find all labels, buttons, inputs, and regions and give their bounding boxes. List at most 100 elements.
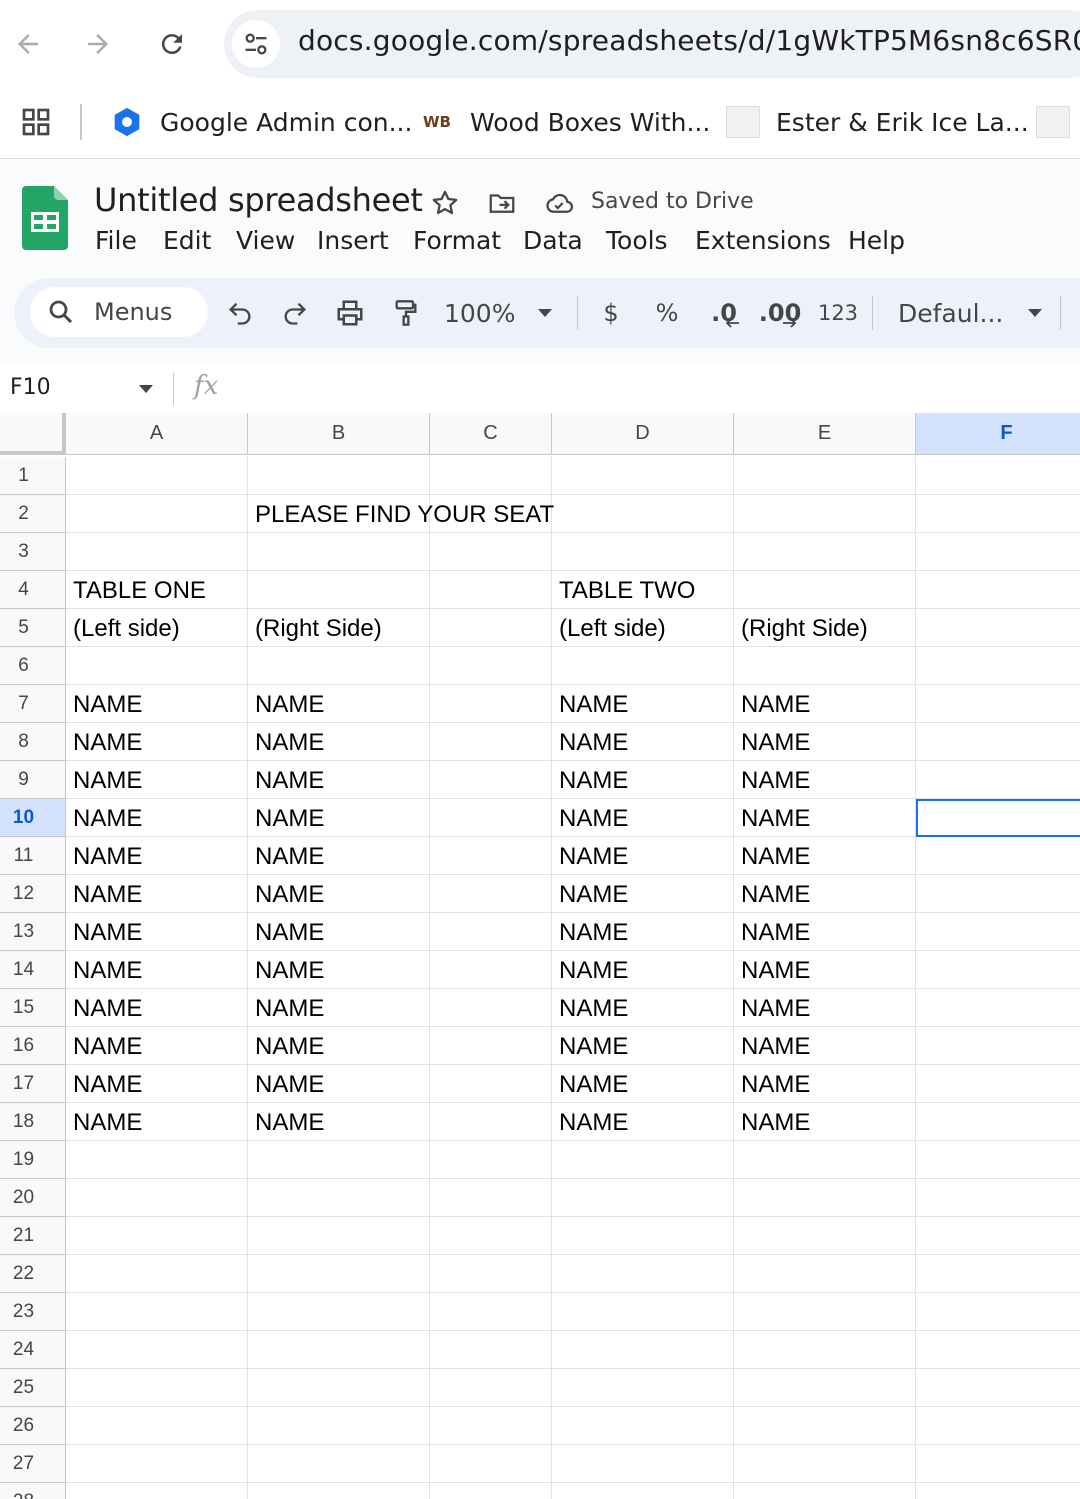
cell-d10[interactable]: NAME (552, 799, 734, 837)
cell-a15[interactable]: NAME (66, 989, 248, 1027)
paint-format-button[interactable] (388, 291, 424, 335)
cell-f15[interactable] (916, 989, 1080, 1027)
cell-a24[interactable] (66, 1331, 248, 1369)
cell-d28[interactable] (552, 1483, 734, 1499)
cell-f16[interactable] (916, 1027, 1080, 1065)
cell-d23[interactable] (552, 1293, 734, 1331)
cell-b19[interactable] (248, 1141, 430, 1179)
cell-d16[interactable]: NAME (552, 1027, 734, 1065)
menu-help[interactable]: Help (848, 226, 905, 255)
row-header-16[interactable]: 16 (0, 1027, 66, 1065)
cell-d4[interactable]: TABLE TWO (552, 571, 734, 609)
cell-f3[interactable] (916, 533, 1080, 571)
cell-e12[interactable]: NAME (734, 875, 916, 913)
cell-f26[interactable] (916, 1407, 1080, 1445)
cell-e8[interactable]: NAME (734, 723, 916, 761)
row-header-25[interactable]: 25 (0, 1369, 66, 1407)
url-text[interactable]: docs.google.com/spreadsheets/d/1gWkTP5M6… (298, 24, 1080, 57)
cell-d22[interactable] (552, 1255, 734, 1293)
cell-b13[interactable]: NAME (248, 913, 430, 951)
row-header-13[interactable]: 13 (0, 913, 66, 951)
cell-c15[interactable] (430, 989, 552, 1027)
cell-c6[interactable] (430, 647, 552, 685)
cell-c4[interactable] (430, 571, 552, 609)
cell-d13[interactable]: NAME (552, 913, 734, 951)
cell-b6[interactable] (248, 647, 430, 685)
bookmark-google-admin[interactable]: Google Admin con... (110, 102, 412, 142)
cell-b4[interactable] (248, 571, 430, 609)
row-header-24[interactable]: 24 (0, 1331, 66, 1369)
cell-c16[interactable] (430, 1027, 552, 1065)
cell-e22[interactable] (734, 1255, 916, 1293)
cell-e2[interactable] (734, 495, 916, 533)
cell-e9[interactable]: NAME (734, 761, 916, 799)
cell-c12[interactable] (430, 875, 552, 913)
bookmark-thumbnail-4[interactable] (1036, 102, 1080, 142)
menu-data[interactable]: Data (523, 226, 583, 255)
cell-f7[interactable] (916, 685, 1080, 723)
bookmark-wood-boxes[interactable]: WB Wood Boxes With... (420, 102, 710, 142)
cell-f20[interactable] (916, 1179, 1080, 1217)
cell-e24[interactable] (734, 1331, 916, 1369)
cell-d1[interactable] (552, 457, 734, 495)
cell-c26[interactable] (430, 1407, 552, 1445)
zoom-select[interactable]: 100% (444, 291, 564, 335)
cell-a26[interactable] (66, 1407, 248, 1445)
cell-e28[interactable] (734, 1483, 916, 1499)
menu-file[interactable]: File (95, 226, 137, 255)
cell-f18[interactable] (916, 1103, 1080, 1141)
cell-d27[interactable] (552, 1445, 734, 1483)
currency-format-button[interactable]: $ (599, 291, 623, 335)
cell-f23[interactable] (916, 1293, 1080, 1331)
row-header-6[interactable]: 6 (0, 647, 66, 685)
cell-e14[interactable]: NAME (734, 951, 916, 989)
star-icon[interactable] (428, 186, 462, 220)
cell-c3[interactable] (430, 533, 552, 571)
cell-d19[interactable] (552, 1141, 734, 1179)
row-header-20[interactable]: 20 (0, 1179, 66, 1217)
cell-d14[interactable]: NAME (552, 951, 734, 989)
cell-e1[interactable] (734, 457, 916, 495)
cell-f14[interactable] (916, 951, 1080, 989)
column-header-b[interactable]: B (248, 413, 430, 455)
reload-button[interactable] (150, 22, 194, 66)
cell-f25[interactable] (916, 1369, 1080, 1407)
row-header-3[interactable]: 3 (0, 533, 66, 571)
cell-d24[interactable] (552, 1331, 734, 1369)
row-header-4[interactable]: 4 (0, 571, 66, 609)
cell-a25[interactable] (66, 1369, 248, 1407)
menu-insert[interactable]: Insert (317, 226, 389, 255)
print-button[interactable] (332, 291, 368, 335)
cell-f9[interactable] (916, 761, 1080, 799)
row-header-14[interactable]: 14 (0, 951, 66, 989)
cell-d7[interactable]: NAME (552, 685, 734, 723)
cell-c17[interactable] (430, 1065, 552, 1103)
cell-b8[interactable]: NAME (248, 723, 430, 761)
cell-a3[interactable] (66, 533, 248, 571)
cell-b3[interactable] (248, 533, 430, 571)
cell-a18[interactable]: NAME (66, 1103, 248, 1141)
cell-e21[interactable] (734, 1217, 916, 1255)
cell-e16[interactable]: NAME (734, 1027, 916, 1065)
cell-d12[interactable]: NAME (552, 875, 734, 913)
search-menus-button[interactable]: Menus (30, 287, 208, 337)
cell-e15[interactable]: NAME (734, 989, 916, 1027)
row-header-5[interactable]: 5 (0, 609, 66, 647)
cell-c20[interactable] (430, 1179, 552, 1217)
row-header-28[interactable]: 28 (0, 1483, 66, 1499)
cell-f27[interactable] (916, 1445, 1080, 1483)
move-to-folder-icon[interactable] (485, 186, 519, 220)
back-button[interactable] (6, 22, 50, 66)
decrease-decimal-button[interactable]: .0 (704, 291, 744, 335)
formula-input[interactable] (240, 369, 1070, 409)
cell-a12[interactable]: NAME (66, 875, 248, 913)
row-header-12[interactable]: 12 (0, 875, 66, 913)
cell-a1[interactable] (66, 457, 248, 495)
cell-b16[interactable]: NAME (248, 1027, 430, 1065)
cell-d25[interactable] (552, 1369, 734, 1407)
cell-e23[interactable] (734, 1293, 916, 1331)
cell-a6[interactable] (66, 647, 248, 685)
cell-c23[interactable] (430, 1293, 552, 1331)
cell-c13[interactable] (430, 913, 552, 951)
cell-b1[interactable] (248, 457, 430, 495)
